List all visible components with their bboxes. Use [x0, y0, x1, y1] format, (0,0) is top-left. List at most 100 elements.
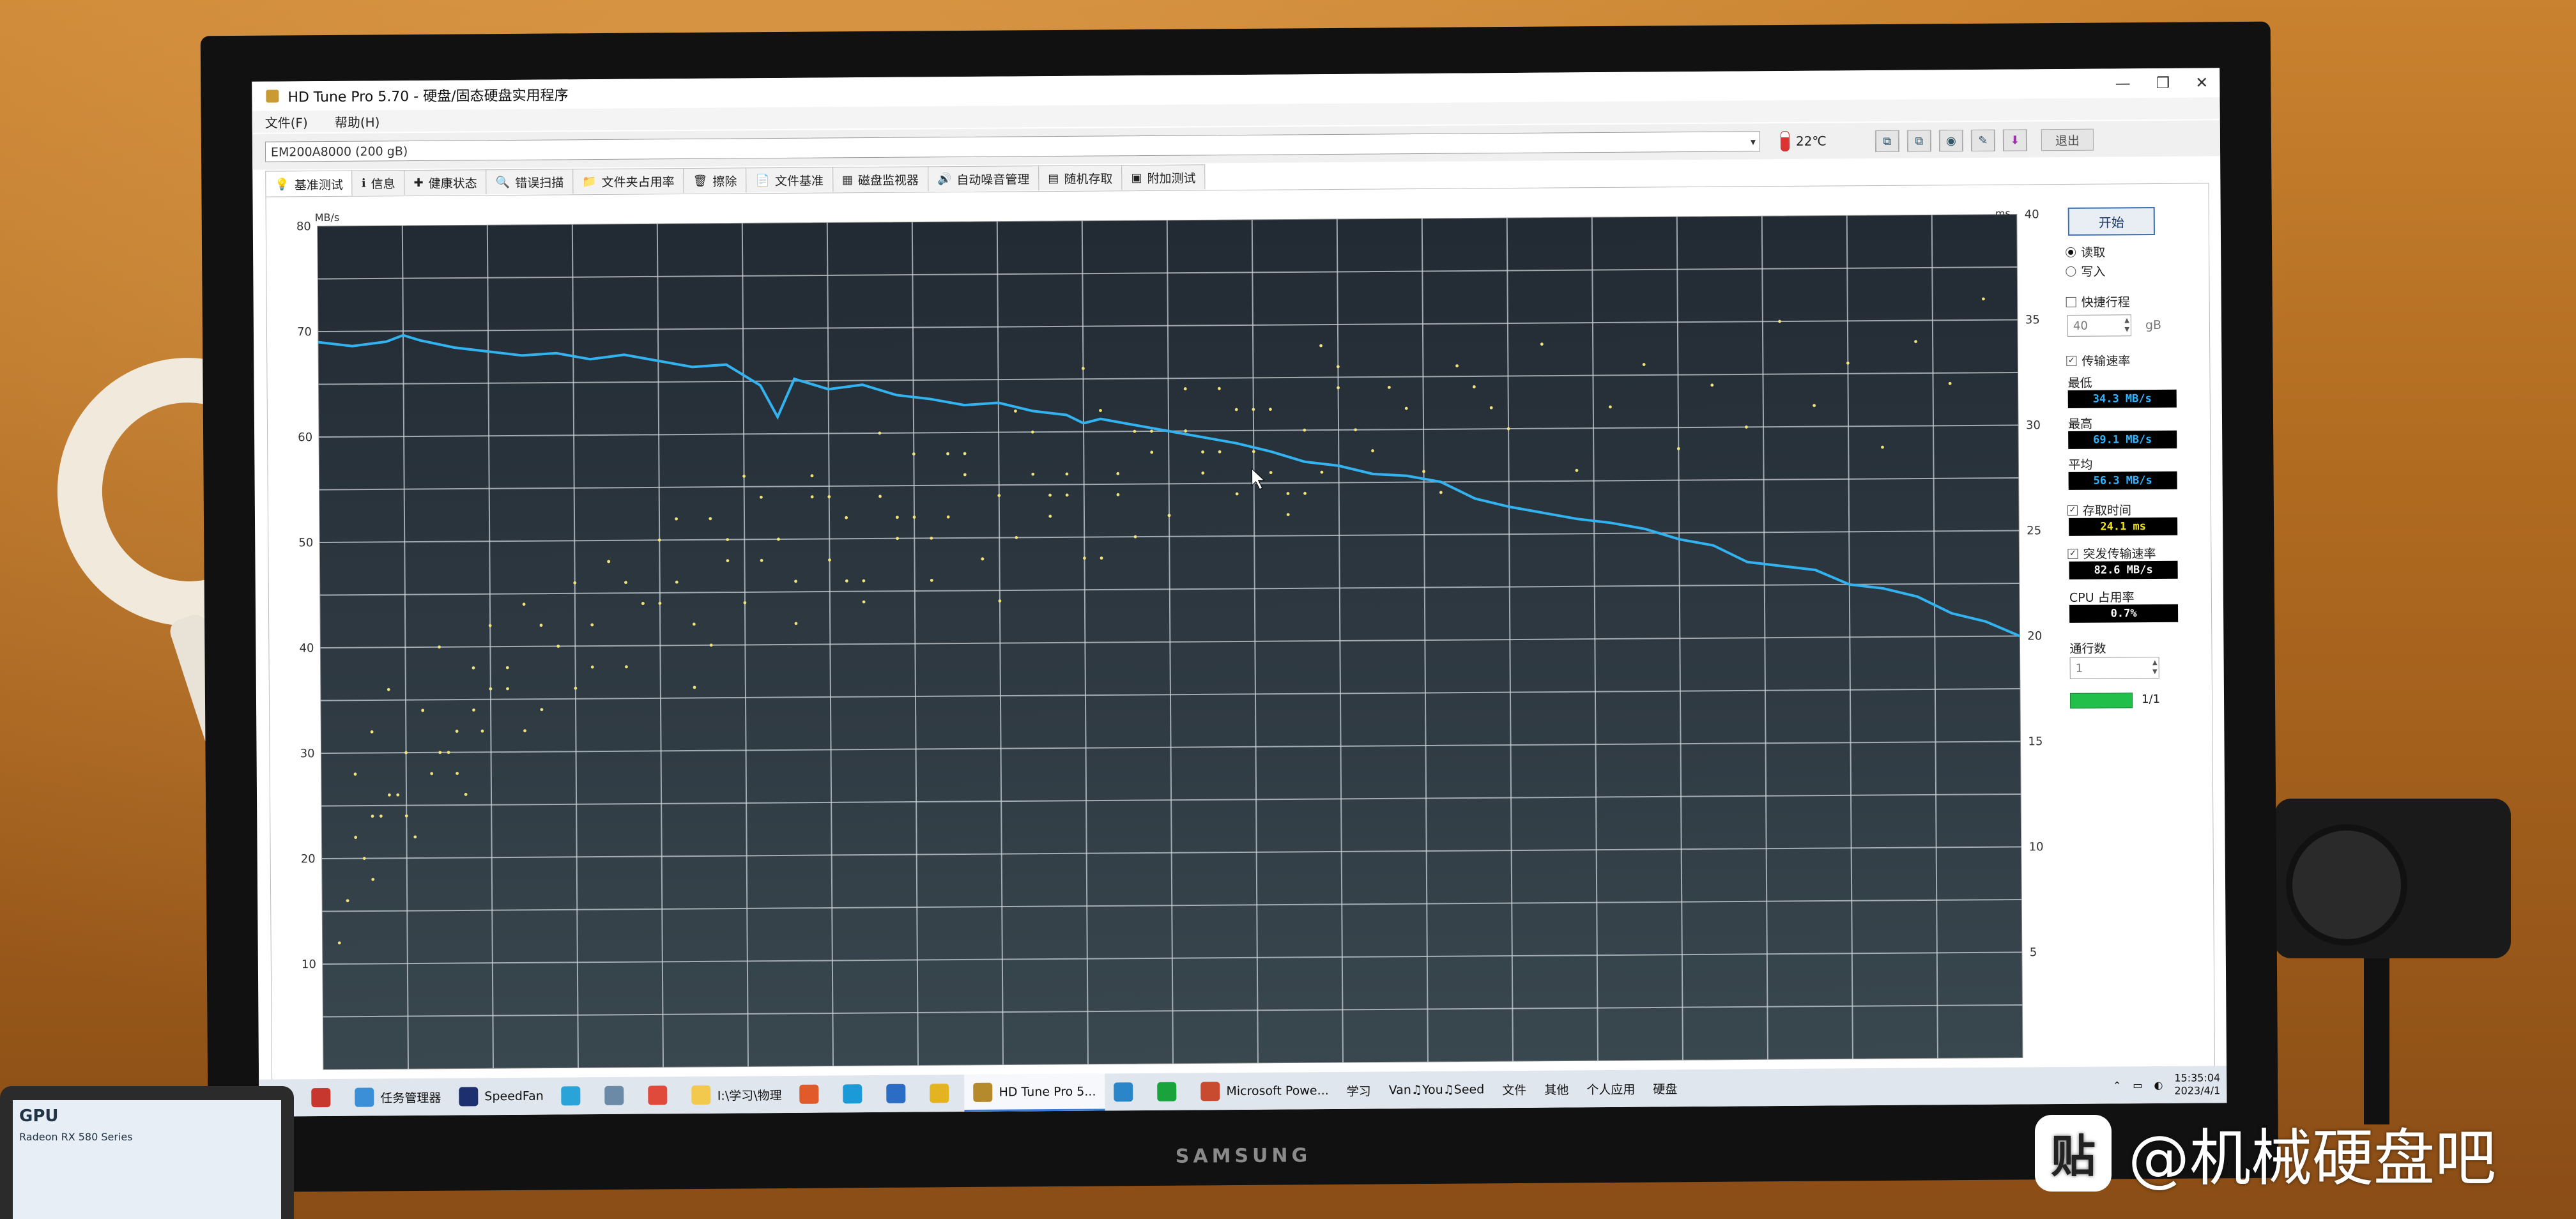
file-benchmark-icon: 📄	[755, 173, 770, 187]
thermometer-icon	[1780, 130, 1790, 152]
taskbar-item[interactable]: Microsoft Powe...	[1192, 1072, 1338, 1110]
close-button[interactable]: ✕	[2195, 73, 2208, 91]
taskbar-item[interactable]: SpeedFan	[450, 1078, 553, 1116]
transfer-rate-box[interactable]: ✓	[2066, 355, 2077, 366]
tab-file-benchmark[interactable]: 📄 文件基准	[746, 167, 834, 193]
access-time-point	[1150, 450, 1154, 454]
access-time-point	[1116, 493, 1120, 496]
write-radio[interactable]: 写入	[2066, 263, 2105, 280]
taskbar-item[interactable]	[1105, 1073, 1148, 1110]
drive-select[interactable]: EM200A8000 (200 gB) ▾	[264, 131, 1761, 162]
taskbar-item[interactable]	[1148, 1073, 1192, 1110]
screenshot-button[interactable]: ◉	[1938, 130, 1964, 152]
taskbar-item[interactable]: Van♫You♫Seed	[1380, 1071, 1494, 1108]
access-time-point	[1100, 556, 1103, 560]
burst-rate-box[interactable]: ✓	[2067, 548, 2078, 559]
copy-info-button[interactable]: ⧉	[1874, 130, 1900, 153]
taskbar-item-label: 任务管理器	[380, 1091, 441, 1105]
menu-file[interactable]: 文件(F)	[265, 112, 308, 131]
tab-folder[interactable]: 📁 文件夹占用率	[572, 168, 684, 194]
left-tick-label: 20	[301, 852, 316, 866]
tab-random-access[interactable]: ▤ 随机存取	[1038, 165, 1123, 191]
read-radio-dot[interactable]	[2066, 247, 2076, 257]
minimize-button[interactable]: —	[2115, 74, 2131, 92]
tray-volume-icon[interactable]: ◐	[2154, 1078, 2163, 1091]
tab-disk-monitor[interactable]: ▦ 磁盘监视器	[832, 166, 929, 192]
copy-all-button[interactable]: ⧉	[1906, 130, 1932, 152]
short-stroke-input[interactable]: 40 ▲ ▼	[2067, 314, 2132, 337]
left-tick-label: 30	[300, 747, 315, 760]
access-time-point	[963, 452, 967, 456]
taskbar-item[interactable]	[302, 1079, 346, 1116]
taskbar-item[interactable]: 学习	[1338, 1071, 1380, 1108]
taskbar-item-label: Microsoft Powe...	[1226, 1084, 1329, 1099]
taskbar-item[interactable]	[790, 1075, 834, 1112]
access-time-point	[447, 751, 450, 755]
access-time-point	[946, 515, 950, 519]
left-tick-label: 40	[299, 641, 314, 655]
access-time-box[interactable]: ✓	[2067, 505, 2078, 516]
start-button[interactable]: 开始	[2067, 206, 2155, 236]
tab-noise[interactable]: 🔊 自动噪音管理	[927, 165, 1039, 192]
taskbar-item[interactable]: I:\学习\物理	[683, 1076, 791, 1114]
clock-app-icon	[648, 1085, 668, 1105]
short-stroke-box[interactable]	[2066, 296, 2076, 307]
tray-network-icon[interactable]: ▭	[2133, 1079, 2142, 1091]
tab-info[interactable]: ℹ 信息	[351, 170, 405, 195]
taskbar-item[interactable]: 硬盘	[1644, 1070, 1686, 1107]
read-radio[interactable]: 读取	[2066, 243, 2105, 261]
health-icon: ✚	[413, 176, 424, 190]
save-button[interactable]: ⬇	[2002, 129, 2028, 151]
access-time-point	[930, 536, 933, 540]
spinner-arrows-icon[interactable]: ▲ ▼	[2152, 659, 2158, 677]
access-time-point	[1269, 408, 1272, 411]
taskbar-item[interactable]: 其他	[1535, 1070, 1577, 1107]
tab-benchmark[interactable]: 💡 基准测试	[265, 170, 353, 197]
taskbar-item[interactable]	[553, 1077, 596, 1114]
right-tick-label: 25	[2027, 524, 2041, 537]
taskbar-item[interactable]	[640, 1077, 683, 1114]
access-time-point	[1184, 429, 1188, 433]
maximize-button[interactable]: ❐	[2156, 74, 2170, 92]
tab-health[interactable]: ✚ 健康状态	[404, 169, 487, 195]
tab-error-scan[interactable]: 🔍 错误扫描	[486, 169, 574, 195]
chevron-down-icon[interactable]: ▾	[1751, 132, 1756, 152]
folder-icon	[691, 1085, 711, 1105]
transfer-rate-checkbox[interactable]: ✓ 传输速率	[2066, 351, 2130, 369]
taskbar-item[interactable]	[596, 1077, 640, 1114]
clock-time: 15:35:04	[2174, 1071, 2221, 1084]
access-time-point	[1031, 430, 1034, 434]
menu-help[interactable]: 帮助(H)	[335, 112, 380, 130]
tab-extra-tests[interactable]: ▣ 附加测试	[1121, 164, 1206, 190]
taskbar-item[interactable]	[921, 1075, 964, 1112]
access-time-checkbox[interactable]: ✓ 存取时间	[2067, 501, 2131, 519]
taskbar-item[interactable]	[834, 1075, 877, 1112]
access-time-point	[1065, 472, 1069, 476]
access-time-point	[506, 687, 509, 691]
access-time-point	[1489, 406, 1493, 410]
taskbar-item[interactable]: 文件	[1493, 1071, 1535, 1108]
tray-clock[interactable]: 15:35:04 2023/4/1	[2174, 1071, 2220, 1098]
taskbar-item[interactable]	[877, 1075, 921, 1112]
taskbar-item[interactable]: 任务管理器	[346, 1078, 450, 1116]
taskbar-item-label: 其他	[1544, 1082, 1569, 1098]
tab-erase[interactable]: 🗑 擦除	[683, 167, 747, 194]
tray-chevron-icon[interactable]: ⌃	[2113, 1079, 2122, 1091]
burst-rate-checkbox[interactable]: ✓ 突发传输速率	[2067, 544, 2156, 562]
access-time-point	[1575, 468, 1579, 472]
spinner-arrows-icon[interactable]: ▲ ▼	[2124, 316, 2129, 334]
access-time-point	[946, 452, 949, 456]
tab-label: 错误扫描	[515, 175, 564, 190]
taskbar-item[interactable]: 个人应用	[1577, 1070, 1644, 1108]
chrome-icon	[930, 1084, 949, 1103]
access-time-point	[692, 622, 696, 626]
write-radio-dot[interactable]	[2066, 266, 2076, 277]
access-time-point	[574, 686, 578, 690]
passes-input[interactable]: 1 ▲ ▼	[2069, 656, 2159, 679]
taskbar-item[interactable]: HD Tune Pro 5...	[964, 1073, 1105, 1112]
exit-button[interactable]: 退出	[2041, 128, 2094, 151]
short-stroke-checkbox[interactable]: 快捷行程	[2066, 293, 2130, 310]
tab-label: 磁盘监视器	[857, 172, 919, 188]
options-button[interactable]: ✎	[1970, 129, 1996, 151]
max-label: 最高	[2067, 417, 2093, 431]
